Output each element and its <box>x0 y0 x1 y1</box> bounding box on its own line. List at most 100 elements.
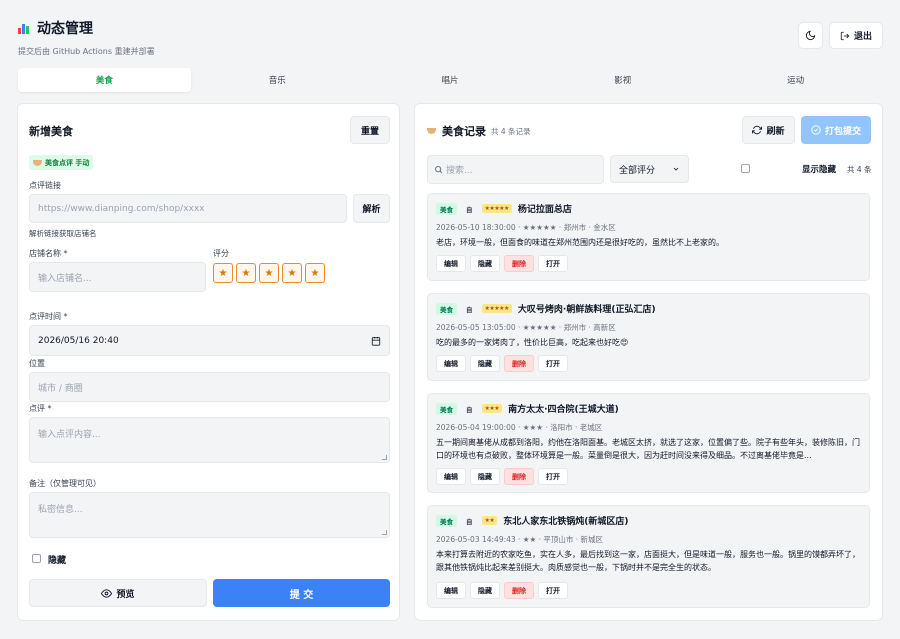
record-meta: 2026-05-10 18:30:00 · ★★★★★ · 郑州市 · 金水区 <box>436 223 616 232</box>
tab-movies[interactable]: 影视 <box>536 68 709 92</box>
search-placeholder: 搜索... <box>446 166 473 176</box>
note-textarea[interactable]: 私密信息... <box>29 492 390 538</box>
delete-button[interactable]: 删除 <box>504 468 534 485</box>
time-label: 点评时间 * <box>29 312 68 321</box>
search-icon <box>435 166 443 174</box>
hide-checkbox[interactable] <box>32 554 41 563</box>
record-actions: 编辑 隐藏 删除 打开 <box>436 255 568 272</box>
record-header: 美食自 ★★★★★ 大叹号烤肉·朝鲜族料理(正弘汇店) <box>436 302 656 315</box>
tab-sports[interactable]: 运动 <box>709 68 882 92</box>
header-actions: 退出 <box>797 22 883 49</box>
source-badge-label: 美食点评 手动 <box>45 158 90 167</box>
source-tag: 自 <box>466 517 473 526</box>
calendar-icon[interactable] <box>371 336 381 346</box>
chevron-down-icon <box>673 167 679 171</box>
record-header: 美食自 ★★★★★ 杨记拉面总店 <box>436 202 572 215</box>
logout-button[interactable]: 退出 <box>828 22 883 49</box>
search-input[interactable]: 搜索... <box>427 155 604 184</box>
rating-tag: ★★★★★ <box>481 304 512 313</box>
logout-icon <box>840 31 850 40</box>
records-count: 共 4 条记录 <box>491 126 531 136</box>
record-header: 美食自 ★★★ 南方太太·四合院(王城大道) <box>436 402 619 415</box>
form-title: 新增美食 <box>29 125 73 138</box>
rating-star-4[interactable]: ★ <box>282 263 302 283</box>
edit-button[interactable]: 编辑 <box>436 468 466 485</box>
review-textarea[interactable]: 输入点评内容... <box>29 417 390 463</box>
page-subtitle: 提交后由 GitHub Actions 重建并部署 <box>18 47 155 56</box>
record-name: 大叹号烤肉·朝鲜族料理(正弘汇店) <box>517 305 656 315</box>
delete-button[interactable]: 删除 <box>504 255 534 272</box>
app-header: 动态管理 提交后由 GitHub Actions 重建并部署 <box>18 18 155 57</box>
open-button[interactable]: 打开 <box>538 255 568 272</box>
open-button[interactable]: 打开 <box>538 355 568 372</box>
rating-star-2[interactable]: ★ <box>236 263 256 283</box>
resize-handle[interactable] <box>382 530 387 535</box>
record-name: 南方太太·四合院(王城大道) <box>508 405 619 415</box>
preview-label: 预览 <box>116 589 135 600</box>
theme-toggle-button[interactable] <box>797 22 823 49</box>
shop-name-label: 店铺名称 * <box>29 249 68 258</box>
review-label: 点评 * <box>29 404 52 413</box>
open-button[interactable]: 打开 <box>538 582 568 599</box>
edit-button[interactable]: 编辑 <box>436 582 466 599</box>
tab-records[interactable]: 唱片 <box>364 68 537 92</box>
tab-music[interactable]: 音乐 <box>191 68 364 92</box>
rating-stars: ★ ★ ★ ★ ★ <box>213 263 325 283</box>
time-input[interactable]: 2026/05/16 20:40 <box>29 325 390 356</box>
source-tag: 自 <box>466 205 473 214</box>
record-meta: 2026-05-03 14:49:43 · ★★ · 平顶山市 · 新城区 <box>436 535 604 544</box>
category-tag: 美食 <box>436 202 457 215</box>
link-input[interactable]: https://www.dianping.com/shop/xxxx <box>29 194 347 223</box>
delete-button[interactable]: 删除 <box>504 355 534 372</box>
edit-button[interactable]: 编辑 <box>436 255 466 272</box>
rating-tag: ★★★★★ <box>481 204 512 213</box>
reset-button[interactable]: 重置 <box>350 116 390 144</box>
rating-filter-value: 全部评分 <box>619 165 656 176</box>
page-title: 动态管理 <box>37 21 93 37</box>
logout-label: 退出 <box>853 32 872 42</box>
hide-button[interactable]: 隐藏 <box>470 582 500 599</box>
pack-submit-label: 打包提交 <box>824 126 861 137</box>
submit-button[interactable]: 提 交 <box>213 579 390 607</box>
hide-button[interactable]: 隐藏 <box>470 355 500 372</box>
location-label: 位置 <box>29 359 45 368</box>
pack-submit-button[interactable]: 打包提交 <box>801 116 871 144</box>
rating-star-1[interactable]: ★ <box>213 263 233 283</box>
bar-chart-icon <box>18 22 31 34</box>
open-button[interactable]: 打开 <box>538 468 568 485</box>
hide-label: 隐藏 <box>48 556 67 566</box>
refresh-label: 刷新 <box>766 126 785 137</box>
source-badge: 美食点评 手动 <box>29 155 94 170</box>
hide-button[interactable]: 隐藏 <box>470 468 500 485</box>
delete-button[interactable]: 删除 <box>504 582 534 599</box>
location-input[interactable]: 城市 / 商圈 <box>29 372 390 402</box>
rating-filter-select[interactable]: 全部评分 <box>610 155 689 183</box>
rating-star-5[interactable]: ★ <box>305 263 325 283</box>
moon-icon <box>805 30 816 41</box>
refresh-button[interactable]: 刷新 <box>742 116 795 144</box>
records-header: 美食记录 共 4 条记录 <box>427 123 531 139</box>
edit-button[interactable]: 编辑 <box>436 355 466 372</box>
parse-button[interactable]: 解析 <box>353 194 390 223</box>
link-label: 点评链接 <box>29 181 61 190</box>
parse-hint: 解析链接获取店铺名 <box>29 229 97 238</box>
preview-button[interactable]: 预览 <box>29 579 207 607</box>
rating-star-3[interactable]: ★ <box>259 263 279 283</box>
rating-tag: ★★★ <box>481 404 503 413</box>
shop-name-input[interactable]: 输入店铺名... <box>29 262 206 292</box>
review-placeholder: 输入点评内容... <box>38 430 101 440</box>
refresh-icon <box>752 125 763 135</box>
total-count: 共 4 条 <box>847 165 872 174</box>
source-tag: 自 <box>466 305 473 314</box>
bowl-icon <box>33 159 42 166</box>
record-card: 美食自 ★★★ 南方太太·四合院(王城大道) 2026-05-04 19:00:00 … <box>427 393 870 493</box>
record-meta: 2026-05-04 19:00:00 · ★★★ · 洛阳市 · 老城区 <box>436 423 603 432</box>
tab-food[interactable]: 美食 <box>18 68 191 92</box>
show-hidden-checkbox[interactable] <box>741 164 750 173</box>
record-meta: 2026-05-05 13:05:00 · ★★★★★ · 郑州市 · 高新区 <box>436 323 616 332</box>
rating-label: 评分 <box>213 249 229 258</box>
record-text: 吃的最多的一家烤肉了，性价比巨高，吃起来也好吃😍 <box>436 338 629 347</box>
records-panel: 美食记录 共 4 条记录 刷新 打包提交 搜索... 全部评分 显示隐藏 共 4… <box>414 103 883 621</box>
hide-button[interactable]: 隐藏 <box>470 255 500 272</box>
resize-handle[interactable] <box>382 455 387 460</box>
